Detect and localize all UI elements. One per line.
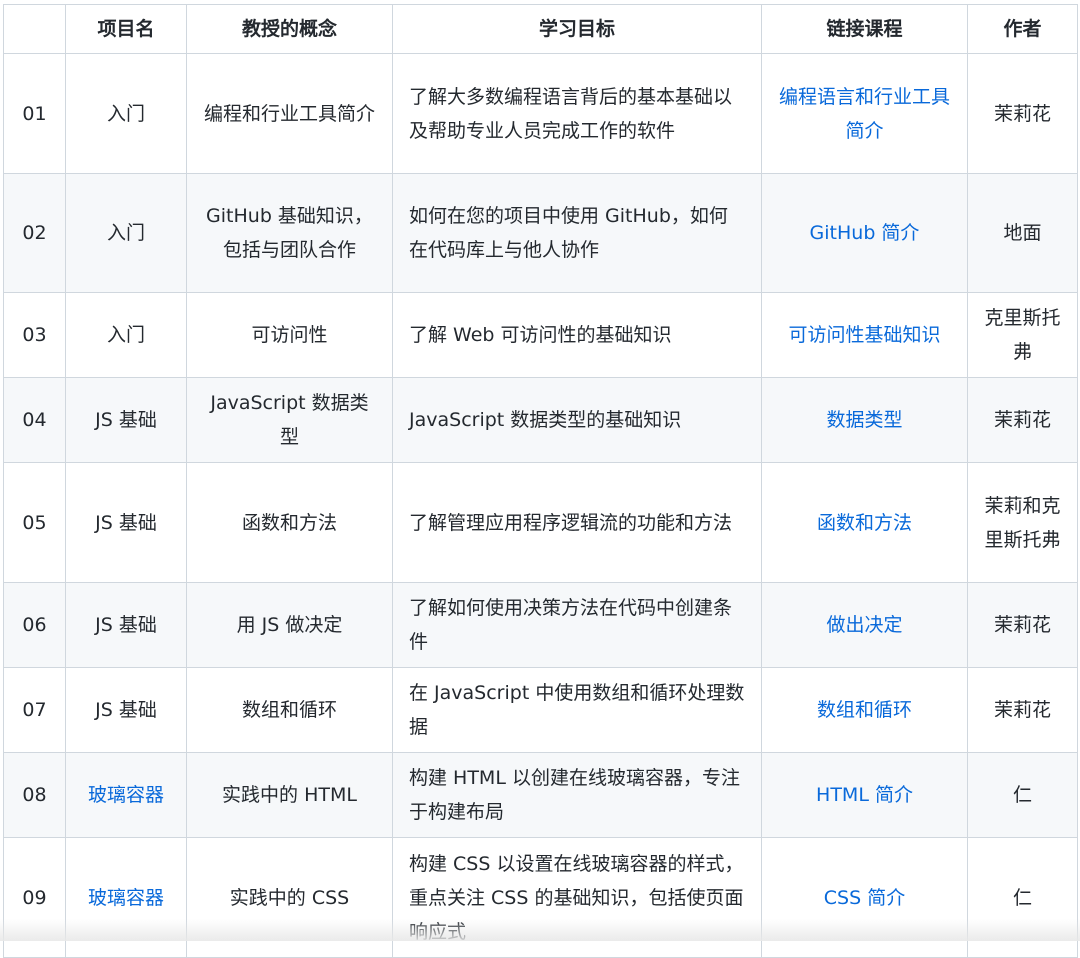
author-cell: 茉莉和克里斯托弗 <box>967 462 1078 583</box>
author-cell: 仁 <box>967 837 1078 958</box>
row-number: 05 <box>3 462 66 583</box>
goal-cell: JavaScript 数据类型的基础知识 <box>392 377 762 463</box>
author-cell: 茉莉花 <box>967 667 1078 753</box>
goal-cell: 构建 CSS 以设置在线玻璃容器的样式，重点关注 CSS 的基础知识，包括使页面… <box>392 837 762 958</box>
author-cell: 茉莉花 <box>967 377 1078 463</box>
table-row: 02 入门 GitHub 基础知识，包括与团队合作 如何在您的项目中使用 Git… <box>3 173 1078 293</box>
lesson-cell: GitHub 简介 <box>761 173 968 293</box>
row-number: 03 <box>3 292 66 378</box>
project-name: 入门 <box>65 173 187 293</box>
table-row: 09 玻璃容器 实践中的 CSS 构建 CSS 以设置在线玻璃容器的样式，重点关… <box>3 837 1078 958</box>
lesson-link[interactable]: 做出决定 <box>826 614 902 636</box>
goal-cell: 了解管理应用程序逻辑流的功能和方法 <box>392 462 762 583</box>
goal-cell: 了解 Web 可访问性的基础知识 <box>392 292 762 378</box>
header-author: 作者 <box>967 4 1078 54</box>
project-name: JS 基础 <box>65 582 187 668</box>
table-row: 08 玻璃容器 实践中的 HTML 构建 HTML 以创建在线玻璃容器，专注于构… <box>3 752 1078 838</box>
row-number: 07 <box>3 667 66 753</box>
row-number: 02 <box>3 173 66 293</box>
author-cell: 茉莉花 <box>967 53 1078 174</box>
table-row: 05 JS 基础 函数和方法 了解管理应用程序逻辑流的功能和方法 函数和方法 茉… <box>3 462 1078 583</box>
concept-cell: 实践中的 HTML <box>186 752 393 838</box>
row-number: 09 <box>3 837 66 958</box>
table-row: 06 JS 基础 用 JS 做决定 了解如何使用决策方法在代码中创建条件 做出决… <box>3 582 1078 668</box>
row-number: 01 <box>3 53 66 174</box>
table-row: 04 JS 基础 JavaScript 数据类型 JavaScript 数据类型… <box>3 377 1078 463</box>
project-link[interactable]: 玻璃容器 <box>88 887 164 909</box>
project-name: 入门 <box>65 53 187 174</box>
row-number: 06 <box>3 582 66 668</box>
table-row: 01 入门 编程和行业工具简介 了解大多数编程语言背后的基本基础以及帮助专业人员… <box>3 53 1078 174</box>
author-cell: 地面 <box>967 173 1078 293</box>
author-cell: 克里斯托弗 <box>967 292 1078 378</box>
concept-cell: 实践中的 CSS <box>186 837 393 958</box>
project-link[interactable]: 玻璃容器 <box>88 784 164 806</box>
lesson-link[interactable]: 数据类型 <box>826 409 902 431</box>
project-name: JS 基础 <box>65 462 187 583</box>
header-project: 项目名 <box>65 4 187 54</box>
lesson-cell: CSS 简介 <box>761 837 968 958</box>
header-lesson: 链接课程 <box>761 4 968 54</box>
project-name: 玻璃容器 <box>65 752 187 838</box>
author-cell: 仁 <box>967 752 1078 838</box>
project-name: JS 基础 <box>65 667 187 753</box>
lesson-cell: 可访问性基础知识 <box>761 292 968 378</box>
lesson-cell: HTML 简介 <box>761 752 968 838</box>
header-concept: 教授的概念 <box>186 4 393 54</box>
concept-cell: 用 JS 做决定 <box>186 582 393 668</box>
concept-cell: GitHub 基础知识，包括与团队合作 <box>186 173 393 293</box>
lesson-link[interactable]: 数组和循环 <box>817 699 912 721</box>
lesson-link[interactable]: HTML 简介 <box>816 784 913 806</box>
table-row: 03 入门 可访问性 了解 Web 可访问性的基础知识 可访问性基础知识 克里斯… <box>3 292 1078 378</box>
project-name: 玻璃容器 <box>65 837 187 958</box>
table-header-row: 项目名 教授的概念 学习目标 链接课程 作者 <box>3 4 1078 54</box>
header-goal: 学习目标 <box>392 4 762 54</box>
project-name: 入门 <box>65 292 187 378</box>
table-row: 07 JS 基础 数组和循环 在 JavaScript 中使用数组和循环处理数据… <box>3 667 1078 753</box>
lesson-link[interactable]: GitHub 简介 <box>810 222 920 244</box>
lesson-cell: 函数和方法 <box>761 462 968 583</box>
goal-cell: 了解如何使用决策方法在代码中创建条件 <box>392 582 762 668</box>
goal-cell: 构建 HTML 以创建在线玻璃容器，专注于构建布局 <box>392 752 762 838</box>
concept-cell: 可访问性 <box>186 292 393 378</box>
lesson-link[interactable]: 函数和方法 <box>817 512 912 534</box>
goal-cell: 在 JavaScript 中使用数组和循环处理数据 <box>392 667 762 753</box>
lesson-link[interactable]: 可访问性基础知识 <box>788 324 940 346</box>
lesson-link[interactable]: CSS 简介 <box>824 887 905 909</box>
lesson-cell: 做出决定 <box>761 582 968 668</box>
lesson-cell: 数据类型 <box>761 377 968 463</box>
row-number: 08 <box>3 752 66 838</box>
goal-cell: 如何在您的项目中使用 GitHub，如何在代码库上与他人协作 <box>392 173 762 293</box>
concept-cell: 函数和方法 <box>186 462 393 583</box>
lesson-cell: 数组和循环 <box>761 667 968 753</box>
lesson-cell: 编程语言和行业工具简介 <box>761 53 968 174</box>
goal-cell: 了解大多数编程语言背后的基本基础以及帮助专业人员完成工作的软件 <box>392 53 762 174</box>
project-name: JS 基础 <box>65 377 187 463</box>
concept-cell: 数组和循环 <box>186 667 393 753</box>
concept-cell: 编程和行业工具简介 <box>186 53 393 174</box>
course-table: 项目名 教授的概念 学习目标 链接课程 作者 01 入门 编程和行业工具简介 了… <box>3 4 1078 958</box>
row-number: 04 <box>3 377 66 463</box>
author-cell: 茉莉花 <box>967 582 1078 668</box>
concept-cell: JavaScript 数据类型 <box>186 377 393 463</box>
header-number <box>3 4 66 54</box>
lesson-link[interactable]: 编程语言和行业工具简介 <box>779 86 950 142</box>
